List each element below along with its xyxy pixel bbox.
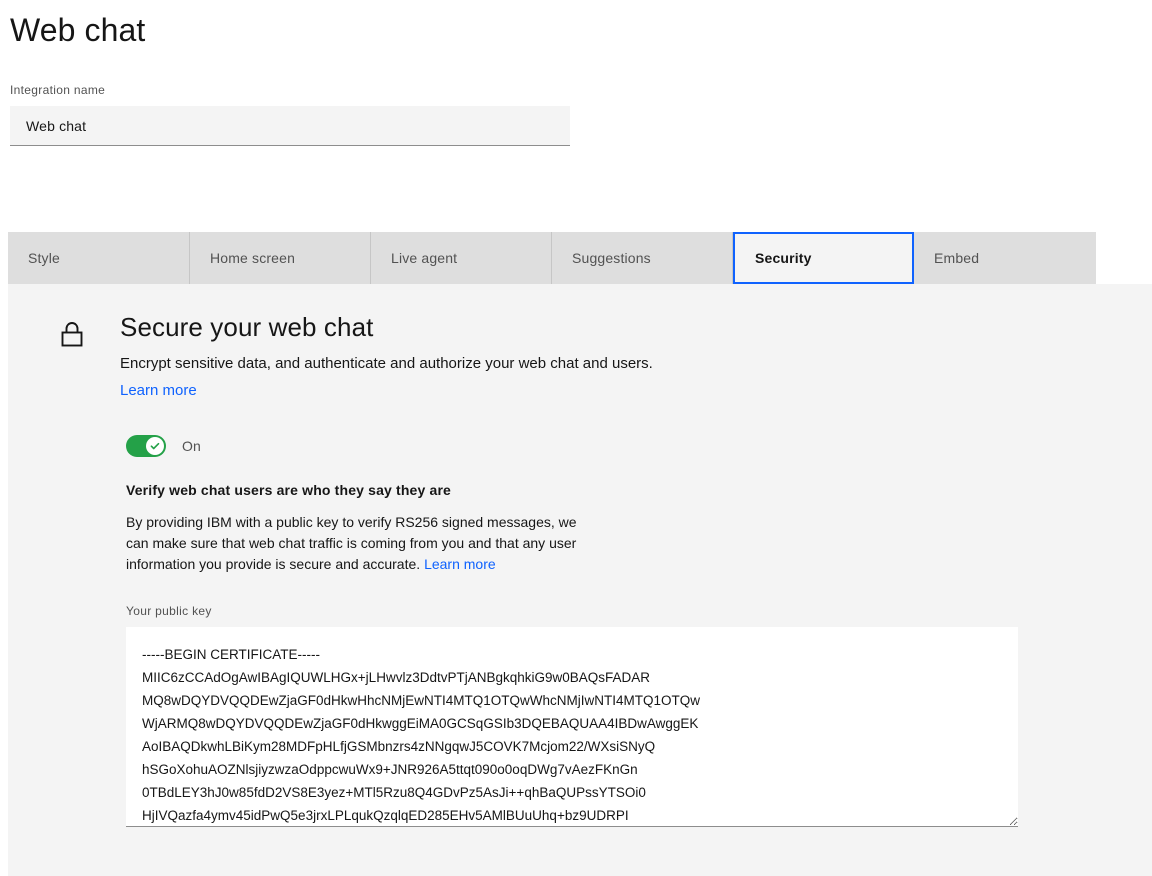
security-toggle-row: On <box>126 434 1152 458</box>
secure-heading: Secure your web chat <box>120 312 374 342</box>
toggle-knob-check-icon <box>146 437 164 455</box>
security-toggle-state-label: On <box>182 438 201 454</box>
tab-home-screen[interactable]: Home screen <box>190 232 371 284</box>
tab-suggestions[interactable]: Suggestions <box>552 232 733 284</box>
tab-style-label: Style <box>28 250 60 266</box>
settings-tab-bar: Style Home screen Live agent Suggestions… <box>8 232 1096 284</box>
secure-description-text: Encrypt sensitive data, and authenticate… <box>120 355 653 372</box>
secure-description-learn-more-link[interactable]: Learn more <box>120 382 197 399</box>
security-panel: Secure your web chat Encrypt sensitive d… <box>8 284 1152 876</box>
tab-security-label: Security <box>755 250 812 266</box>
page-header: Web chat <box>0 0 1152 50</box>
integration-name-label: Integration name <box>10 83 106 97</box>
tab-style[interactable]: Style <box>8 232 190 284</box>
secure-intro-text: Secure your web chat Encrypt sensitive d… <box>120 310 690 404</box>
lock-icon <box>56 318 88 350</box>
secure-description: Encrypt sensitive data, and authenticate… <box>120 350 690 404</box>
public-key-block: Your public key -----BEGIN CERTIFICATE--… <box>126 603 1152 827</box>
public-key-label: Your public key <box>126 604 212 618</box>
security-toggle-block: On Verify web chat users are who they sa… <box>126 434 1152 827</box>
tab-embed[interactable]: Embed <box>914 232 1096 284</box>
tab-security[interactable]: Security <box>733 232 914 284</box>
secure-intro: Secure your web chat Encrypt sensitive d… <box>8 284 1152 404</box>
public-key-textarea[interactable]: -----BEGIN CERTIFICATE----- MIIC6zCCAdOg… <box>126 627 1018 827</box>
tab-home-screen-label: Home screen <box>210 250 296 266</box>
integration-name-field: Integration name <box>0 82 570 146</box>
verify-section-body: By providing IBM with a public key to ve… <box>126 512 578 575</box>
tab-live-agent-label: Live agent <box>391 250 458 266</box>
page-title: Web chat <box>10 12 146 48</box>
tab-embed-label: Embed <box>934 250 980 266</box>
tab-live-agent[interactable]: Live agent <box>371 232 552 284</box>
security-toggle[interactable] <box>126 435 166 457</box>
verify-body-text: By providing IBM with a public key to ve… <box>126 514 577 572</box>
integration-name-input[interactable] <box>10 106 570 146</box>
verify-learn-more-link[interactable]: Learn more <box>424 556 496 572</box>
tab-suggestions-label: Suggestions <box>572 250 651 266</box>
verify-section-title: Verify web chat users are who they say t… <box>126 482 452 498</box>
